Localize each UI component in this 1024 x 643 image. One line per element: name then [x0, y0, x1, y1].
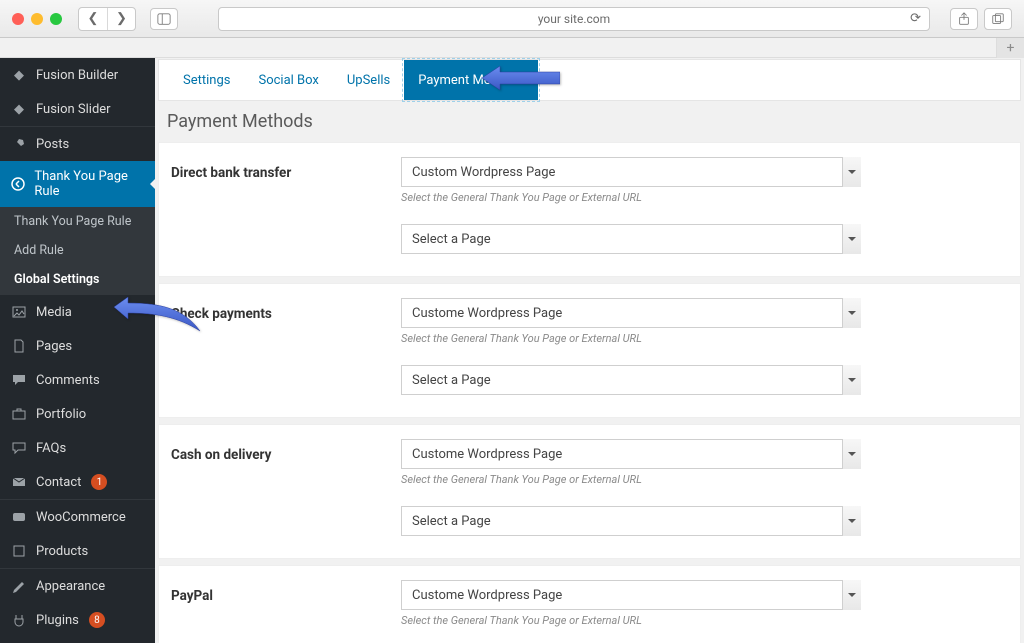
- sidebar-item-thank-you-rule[interactable]: Thank You Page Rule: [0, 161, 155, 207]
- share-icon: [957, 12, 971, 26]
- help-text: Select the General Thank You Page or Ext…: [401, 473, 861, 486]
- help-text: Select the General Thank You Page or Ext…: [401, 191, 861, 204]
- tab-settings[interactable]: Settings: [169, 60, 244, 100]
- sidebar-item-comments[interactable]: Comments: [0, 363, 155, 397]
- tabs-icon: [991, 12, 1005, 26]
- sidebar-item-pages[interactable]: Pages: [0, 329, 155, 363]
- tab-social-box[interactable]: Social Box: [244, 60, 332, 100]
- check-page-select[interactable]: Select a Page: [401, 365, 861, 395]
- sidebar-label: Appearance: [36, 579, 105, 594]
- sidebar-icon: [157, 12, 171, 26]
- maximize-window-button[interactable]: [50, 13, 62, 25]
- submenu-add-rule[interactable]: Add Rule: [0, 236, 155, 265]
- tab-upsells[interactable]: UpSells: [333, 60, 404, 100]
- admin-sidebar: ◆ Fusion Builder ◆ Fusion Slider Posts T…: [0, 58, 155, 643]
- section-check-payments: Check payments Custome Wordpress Page Se…: [158, 283, 1021, 418]
- help-text: Select the General Thank You Page or Ext…: [401, 332, 861, 345]
- plugins-badge: 8: [89, 612, 105, 628]
- tabs-button[interactable]: [984, 8, 1012, 30]
- help-text: Select the General Thank You Page or Ext…: [401, 614, 861, 627]
- faqs-icon: [10, 439, 28, 457]
- settings-tabs: Settings Social Box UpSells Payment Meth…: [158, 59, 1021, 101]
- pages-icon: [10, 337, 28, 355]
- sidebar-label: Portfolio: [36, 407, 86, 422]
- sidebar-item-users[interactable]: Users: [0, 637, 155, 643]
- minimize-window-button[interactable]: [31, 13, 43, 25]
- section-paypal: PayPal Custome Wordpress Page Select the…: [158, 565, 1021, 643]
- sidebar-item-media[interactable]: Media: [0, 294, 155, 329]
- window-controls: [12, 13, 62, 25]
- bank-page-select[interactable]: Select a Page: [401, 224, 861, 254]
- section-label: PayPal: [171, 580, 361, 604]
- sidebar-label: FAQs: [36, 441, 66, 456]
- paypal-page-type-select[interactable]: Custome Wordpress Page: [401, 580, 861, 610]
- pin-icon: [10, 135, 28, 153]
- section-bank-transfer: Direct bank transfer Custom Wordpress Pa…: [158, 142, 1021, 277]
- check-page-type-select[interactable]: Custome Wordpress Page: [401, 298, 861, 328]
- section-cash-on-delivery: Cash on delivery Custome Wordpress Page …: [158, 424, 1021, 559]
- thank-you-icon: [10, 175, 26, 193]
- sidebar-item-contact[interactable]: Contact 1: [0, 465, 155, 499]
- page-title: Payment Methods: [155, 101, 1024, 142]
- portfolio-icon: [10, 405, 28, 423]
- sidebar-item-portfolio[interactable]: Portfolio: [0, 397, 155, 431]
- browser-toolbar: ❮ ❯ your site.com ⟳: [0, 0, 1024, 38]
- close-window-button[interactable]: [12, 13, 24, 25]
- submenu-global-settings[interactable]: Global Settings: [0, 265, 155, 294]
- cod-page-type-select[interactable]: Custome Wordpress Page: [401, 439, 861, 469]
- products-icon: [10, 542, 28, 560]
- sidebar-label: Plugins: [36, 613, 79, 628]
- sidebar-label: Contact: [36, 475, 81, 490]
- woocommerce-icon: [10, 508, 28, 526]
- fusion-builder-icon: ◆: [10, 66, 28, 84]
- comments-icon: [10, 371, 28, 389]
- sidebar-item-faqs[interactable]: FAQs: [0, 431, 155, 465]
- media-icon: [10, 303, 28, 321]
- forward-button[interactable]: ❯: [107, 8, 135, 30]
- sidebar-label: Thank You Page Rule: [34, 169, 145, 199]
- mail-icon: [10, 473, 28, 491]
- sidebar-label: Pages: [36, 339, 72, 354]
- back-button[interactable]: ❮: [79, 8, 107, 30]
- sidebar-label: Fusion Slider: [36, 102, 111, 117]
- bank-page-type-select[interactable]: Custom Wordpress Page: [401, 157, 861, 187]
- section-label: Cash on delivery: [171, 439, 361, 463]
- sidebar-label: WooCommerce: [36, 510, 126, 525]
- sidebar-label: Fusion Builder: [36, 68, 118, 83]
- sidebar-item-fusion-slider[interactable]: ◆ Fusion Slider: [0, 92, 155, 126]
- sidebar-toggle-button[interactable]: [150, 8, 178, 30]
- sidebar-label: Posts: [36, 137, 69, 152]
- sidebar-submenu: Thank You Page Rule Add Rule Global Sett…: [0, 207, 155, 294]
- sidebar-label: Comments: [36, 373, 100, 388]
- section-label: Direct bank transfer: [171, 157, 361, 181]
- address-bar[interactable]: your site.com ⟳: [218, 7, 930, 31]
- submenu-thank-you-rule[interactable]: Thank You Page Rule: [0, 207, 155, 236]
- share-button[interactable]: [950, 8, 978, 30]
- sidebar-item-posts[interactable]: Posts: [0, 126, 155, 161]
- contact-badge: 1: [91, 474, 107, 490]
- section-label: Check payments: [171, 298, 361, 322]
- new-tab-button[interactable]: +: [996, 38, 1024, 58]
- fusion-slider-icon: ◆: [10, 100, 28, 118]
- reload-button[interactable]: ⟳: [910, 11, 921, 26]
- sidebar-item-appearance[interactable]: Appearance: [0, 568, 155, 603]
- sidebar-item-plugins[interactable]: Plugins 8: [0, 603, 155, 637]
- sidebar-label: Products: [36, 544, 88, 559]
- sidebar-item-woocommerce[interactable]: WooCommerce: [0, 499, 155, 534]
- browser-tabstrip: +: [0, 38, 1024, 58]
- cod-page-select[interactable]: Select a Page: [401, 506, 861, 536]
- sidebar-item-products[interactable]: Products: [0, 534, 155, 568]
- address-text: your site.com: [538, 12, 610, 26]
- nav-buttons: ❮ ❯: [78, 7, 136, 31]
- plugins-icon: [10, 611, 28, 629]
- tab-payment-methods[interactable]: Payment Methods: [404, 60, 537, 100]
- content-area: Settings Social Box UpSells Payment Meth…: [155, 58, 1024, 643]
- appearance-icon: [10, 577, 28, 595]
- sidebar-label: Media: [36, 305, 72, 320]
- sidebar-item-fusion-builder[interactable]: ◆ Fusion Builder: [0, 58, 155, 92]
